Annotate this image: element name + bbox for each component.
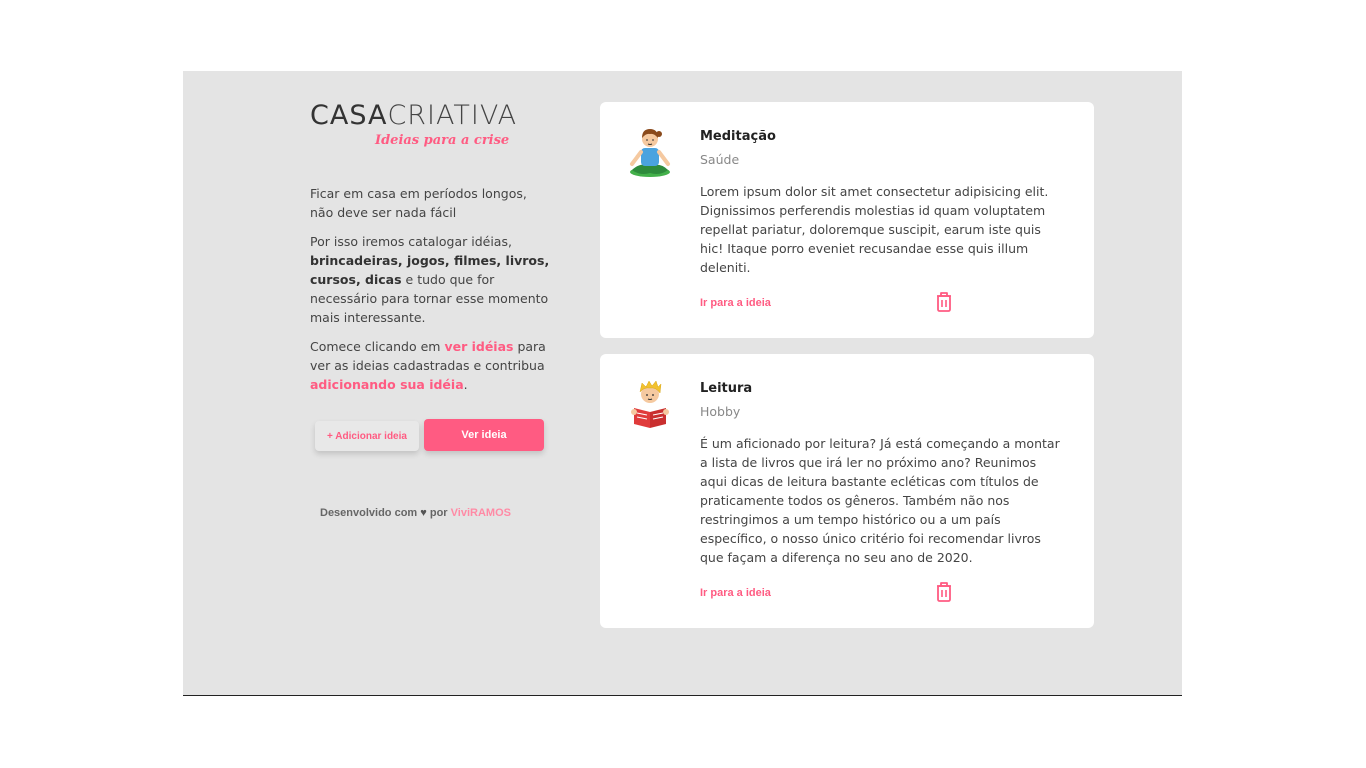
idea-card: Meditação Saúde Lorem ipsum dolor sit am… bbox=[600, 102, 1094, 338]
action-buttons: + Adicionar ideia Ver ideia bbox=[310, 419, 550, 459]
heart-icon: ♥ bbox=[420, 507, 427, 519]
idea-description: É um aficionado por leitura? Já está com… bbox=[700, 436, 1060, 565]
view-idea-button[interactable]: Ver ideia bbox=[424, 419, 544, 451]
logo-wordmark: CASACRIATIVA bbox=[310, 101, 550, 131]
logo[interactable]: CASACRIATIVA Ideias para a crise bbox=[310, 101, 550, 157]
idea-card-body: Leitura Hobby É um aficionado por leitur… bbox=[700, 380, 1062, 605]
reading-person-icon bbox=[631, 380, 669, 428]
intro-p3-start: Comece clicando em bbox=[310, 339, 445, 354]
intro-paragraph-2: Por isso iremos catalogar idéias, brinca… bbox=[310, 232, 550, 327]
idea-card-footer: Ir para a ideia bbox=[700, 291, 1062, 315]
add-idea-button[interactable]: + Adicionar ideia bbox=[315, 421, 419, 451]
intro-p3-end: . bbox=[463, 377, 468, 392]
idea-card-footer: Ir para a ideia bbox=[700, 581, 1062, 605]
intro-p2-start: Por isso iremos catalogar idéias, bbox=[310, 234, 512, 249]
idea-category: Saúde bbox=[700, 152, 740, 167]
idea-description: Lorem ipsum dolor sit amet consectetur a… bbox=[700, 184, 1049, 275]
trash-icon[interactable] bbox=[934, 291, 954, 313]
idea-card: Leitura Hobby É um aficionado por leitur… bbox=[600, 354, 1094, 628]
logo-tagline: Ideias para a crise bbox=[375, 133, 510, 148]
footer-credit: Desenvolvido com ♥ por ViviRAMOS bbox=[310, 507, 550, 519]
trash-icon[interactable] bbox=[934, 581, 954, 603]
idea-card-body: Meditação Saúde Lorem ipsum dolor sit am… bbox=[700, 128, 1062, 315]
view-ideas-link[interactable]: ver idéias bbox=[444, 339, 513, 354]
idea-title: Leitura bbox=[700, 381, 753, 396]
go-to-idea-link[interactable]: Ir para a ideia bbox=[700, 297, 771, 309]
go-to-idea-link[interactable]: Ir para a ideia bbox=[700, 587, 771, 599]
logo-criativa: CRIATIVA bbox=[387, 100, 518, 131]
idea-category: Hobby bbox=[700, 404, 741, 419]
idea-title: Meditação bbox=[700, 129, 776, 144]
intro-column: CASACRIATIVA Ideias para a crise Ficar e… bbox=[310, 101, 550, 520]
intro-paragraph-1: Ficar em casa em períodos longos, não de… bbox=[310, 186, 527, 220]
logo-casa: CASA bbox=[310, 100, 388, 131]
credit-prefix: Desenvolvido com bbox=[320, 507, 418, 519]
intro-paragraph-3: Comece clicando em ver idéias para ver a… bbox=[310, 337, 550, 394]
main-panel: CASACRIATIVA Ideias para a crise Ficar e… bbox=[183, 71, 1182, 696]
meditation-person-icon bbox=[630, 129, 670, 177]
add-idea-link[interactable]: adicionando sua idéia bbox=[310, 377, 464, 392]
author-link[interactable]: ViviRAMOS bbox=[451, 507, 511, 519]
credit-middle: por bbox=[429, 507, 448, 519]
